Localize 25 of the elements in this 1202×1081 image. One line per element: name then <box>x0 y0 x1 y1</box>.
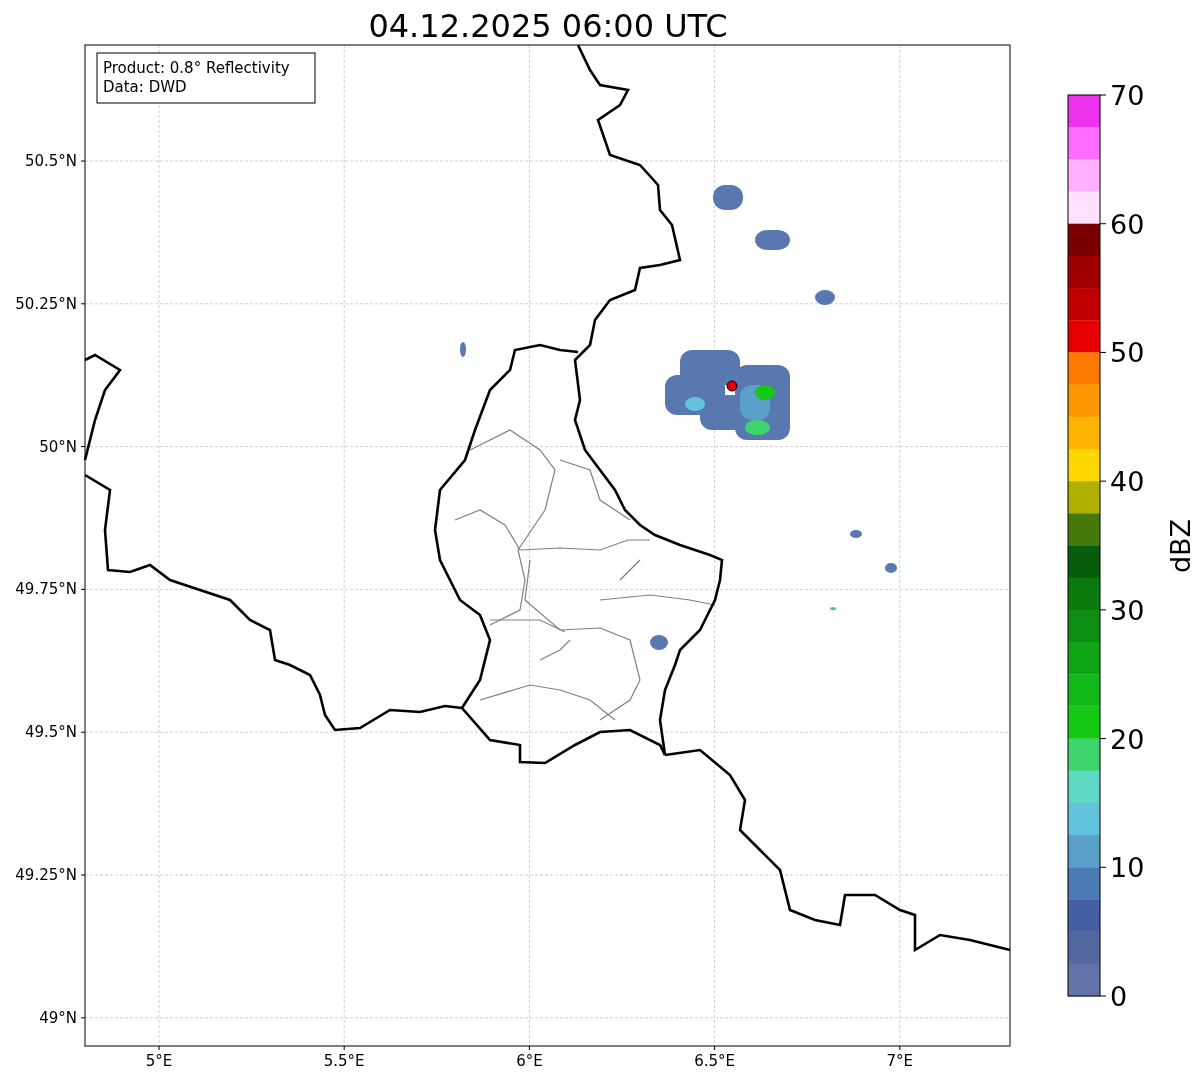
axis-tick-label: 5.5°E <box>323 1052 365 1070</box>
colorbar-tick-label: 40 <box>1110 466 1145 498</box>
legend-text: Data: DWD <box>103 78 187 96</box>
colorbar-tick-label: 30 <box>1110 594 1145 626</box>
axis-tick-label: 49°N <box>39 1008 77 1027</box>
colorbar-label: dBZ <box>1165 518 1196 574</box>
colorbar-tick-label: 60 <box>1110 208 1145 240</box>
chart-title: 04.12.2025 06:00 UTC <box>368 7 728 45</box>
colorbar-tick-label: 50 <box>1110 337 1145 369</box>
axis-tick-label: 50.5°N <box>24 152 77 170</box>
axis-tick-label: 7°E <box>886 1052 914 1070</box>
axis-tick-label: 50°N <box>39 437 77 456</box>
axis-tick-label: 6.5°E <box>694 1052 735 1070</box>
axis-tick-label: 50.25°N <box>15 294 77 313</box>
colorbar-tick-label: 20 <box>1110 723 1145 755</box>
colorbar-tick-label: 10 <box>1110 852 1145 884</box>
axis-tick-label: 49.5°N <box>24 723 77 742</box>
legend-text: Product: 0.8° Reflectivity <box>103 59 290 77</box>
colorbar-tick-label: 70 <box>1110 80 1145 111</box>
radar-site-marker <box>726 380 738 392</box>
axis-tick-label: 49.25°N <box>15 866 77 884</box>
axis-tick-label: 5°E <box>145 1052 173 1070</box>
axis-tick-label: 49.75°N <box>15 580 77 599</box>
axis-tick-label: 6°E <box>516 1052 543 1070</box>
colorbar-tick-label: 0 <box>1110 981 1128 1012</box>
